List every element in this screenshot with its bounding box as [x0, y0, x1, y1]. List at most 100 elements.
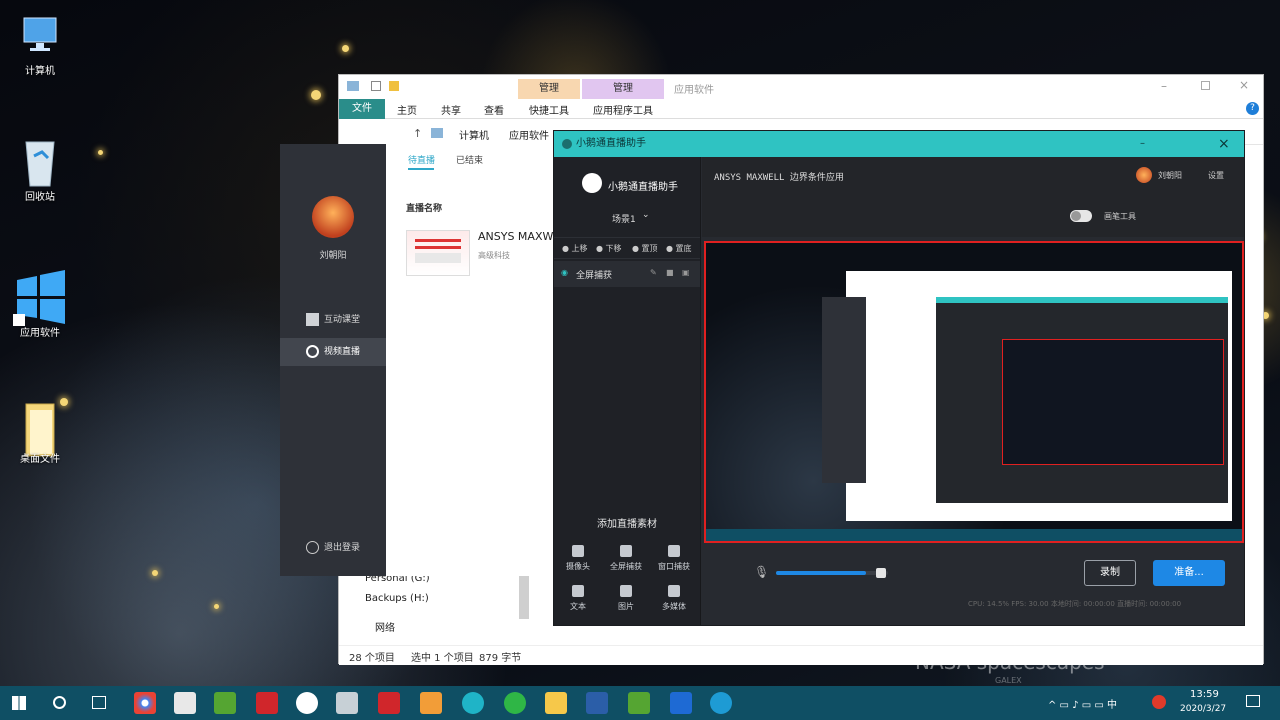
- app-red-icon[interactable]: [256, 692, 278, 714]
- assistant-taskbar-icon[interactable]: [710, 692, 732, 714]
- live-title[interactable]: ANSYS MAXW: [478, 230, 553, 243]
- app-red-2-icon[interactable]: [378, 692, 400, 714]
- computer-icon: [431, 128, 443, 138]
- monitor-icon: [620, 545, 632, 557]
- explorer-app-icon: [347, 81, 359, 91]
- nav-interactive-class[interactable]: 互动课堂: [280, 306, 386, 334]
- microphone-icon[interactable]: 🎙: [754, 565, 769, 579]
- close-button[interactable]: ×: [1218, 131, 1230, 157]
- volume-slider[interactable]: [776, 568, 888, 578]
- tab-shortcut-tools[interactable]: 快捷工具: [529, 102, 569, 117]
- start-live-button[interactable]: 准备...: [1153, 560, 1225, 586]
- input-method-icon[interactable]: [1152, 695, 1166, 709]
- tab-view[interactable]: 查看: [484, 102, 504, 117]
- wechat-icon[interactable]: [504, 692, 526, 714]
- maximize-button[interactable]: [1201, 81, 1210, 90]
- desktop-icon-computer[interactable]: 计算机: [8, 14, 72, 77]
- clock-time[interactable]: 13:59: [1190, 689, 1219, 700]
- edt-app-icon[interactable]: [214, 692, 236, 714]
- tree-item-network[interactable]: 网络: [375, 619, 395, 634]
- image-button[interactable]: 图片: [606, 585, 646, 612]
- help-icon[interactable]: ?: [1246, 102, 1259, 115]
- tab-home[interactable]: 主页: [397, 102, 417, 117]
- tab-app-tools[interactable]: 应用程序工具: [593, 102, 653, 117]
- browser-icon[interactable]: [462, 692, 484, 714]
- settings-menu[interactable]: 设置: [1208, 170, 1224, 181]
- word-icon[interactable]: [586, 692, 608, 714]
- beauty-toggle[interactable]: [1070, 210, 1092, 222]
- tab-file[interactable]: 文件: [339, 99, 385, 119]
- scene-panel: 小鹅通直播助手 场景1 ⌄ ● 上移 ● 下移 ● 置顶 ● 置底 ◉ 全屏捕获…: [554, 157, 701, 625]
- chevron-down-icon[interactable]: ⌄: [642, 210, 650, 220]
- minimize-button[interactable]: –: [1140, 131, 1145, 157]
- avatar[interactable]: [1136, 167, 1152, 183]
- eye-icon[interactable]: ◉: [561, 268, 568, 277]
- notification-icon[interactable]: [1246, 695, 1260, 707]
- task-view-icon[interactable]: [92, 696, 106, 709]
- scene-select[interactable]: 场景1: [612, 212, 636, 225]
- camera-button[interactable]: 摄像头: [558, 545, 598, 572]
- text-button[interactable]: 文本: [558, 585, 598, 612]
- selected-size: 879 字节: [479, 653, 522, 664]
- desktop-icon-recycle-bin[interactable]: 回收站: [8, 140, 72, 203]
- close-button[interactable]: ×: [1239, 78, 1249, 92]
- to-top-button[interactable]: ● 置顶: [632, 243, 658, 254]
- move-down-button[interactable]: ● 下移: [596, 243, 622, 254]
- edit-icon[interactable]: ✎: [650, 268, 657, 277]
- start-button[interactable]: [12, 696, 26, 710]
- app-orange-icon[interactable]: [420, 692, 442, 714]
- tab-share[interactable]: 共享: [441, 102, 461, 117]
- context-tab-manage-1[interactable]: 管理: [518, 79, 580, 99]
- live-list-panel: 待直播 已结束 直播名称 ANSYS MAXW 高级科技: [386, 144, 554, 576]
- desktop-icon-label: 计算机: [25, 66, 55, 77]
- mail-icon[interactable]: [174, 692, 196, 714]
- up-arrow-icon[interactable]: ↑: [413, 127, 422, 140]
- tray-icons[interactable]: ^ ▭ ♪ ▭ ▭ 中: [1048, 696, 1117, 711]
- tab-pending[interactable]: 待直播: [408, 153, 435, 166]
- volume-handle[interactable]: [876, 568, 886, 578]
- breadcrumb-computer[interactable]: 计算机: [459, 127, 489, 142]
- move-up-button[interactable]: ● 上移: [562, 243, 588, 254]
- delete-icon[interactable]: ■: [666, 268, 674, 277]
- nav-label: 互动课堂: [324, 315, 361, 325]
- desktop-icon-app[interactable]: 应用软件: [8, 270, 72, 339]
- live-preview[interactable]: [704, 241, 1244, 543]
- checkbox-icon[interactable]: [371, 81, 381, 91]
- chrome-icon[interactable]: [134, 692, 156, 714]
- to-bottom-button[interactable]: ● 置底: [666, 243, 692, 254]
- live-icon: [306, 345, 319, 358]
- classroom-taskbar-icon[interactable]: [670, 692, 692, 714]
- ribbon-tabs: 文件 主页 共享 查看 快捷工具 应用程序工具 ?: [339, 99, 1263, 119]
- media-button[interactable]: 多媒体: [654, 585, 694, 612]
- source-item[interactable]: ◉ 全屏捕获 ✎ ■ ▣: [554, 261, 700, 287]
- user-name: 刘朝阳: [1158, 171, 1182, 180]
- fullscreen-capture-button[interactable]: 全屏捕获: [606, 545, 646, 572]
- vpn-icon[interactable]: [336, 692, 358, 714]
- edt-app-2-icon[interactable]: [628, 692, 650, 714]
- logout-button[interactable]: 退出登录: [280, 534, 386, 562]
- user-name: 刘朝阳: [319, 251, 347, 261]
- clock-date[interactable]: 2020/3/27: [1180, 704, 1226, 714]
- app-logo-icon: [562, 139, 572, 149]
- search-icon[interactable]: [53, 696, 66, 709]
- section-title: 直播名称: [406, 204, 443, 214]
- desktop-icon-folder[interactable]: 桌面文件: [8, 402, 72, 465]
- context-tab-manage-2[interactable]: 管理: [582, 79, 664, 99]
- nav-video-live[interactable]: 视频直播: [280, 338, 386, 366]
- folder-icon[interactable]: [389, 81, 399, 91]
- beauty-tool-label: 画笔工具: [1104, 212, 1136, 221]
- minimize-button[interactable]: –: [1161, 79, 1167, 93]
- breadcrumb-app[interactable]: 应用软件: [509, 127, 549, 142]
- explorer-titlebar: 管理 管理 应用软件 – ×: [339, 75, 1263, 99]
- live-thumbnail[interactable]: [406, 230, 470, 276]
- avatar[interactable]: [312, 196, 354, 238]
- image-icon: [620, 585, 632, 597]
- tab-ended[interactable]: 已结束: [456, 153, 483, 166]
- window-capture-button[interactable]: 窗口捕获: [654, 545, 694, 572]
- assistant-titlebar: 小鹅通直播助手 – ×: [554, 131, 1244, 157]
- record-button[interactable]: 录制: [1084, 560, 1136, 586]
- tree-item-backups[interactable]: Backups (H:): [365, 593, 429, 604]
- explorer-taskbar-icon[interactable]: [545, 692, 567, 714]
- network-app-icon[interactable]: [296, 692, 318, 714]
- lock-icon[interactable]: ▣: [682, 268, 690, 277]
